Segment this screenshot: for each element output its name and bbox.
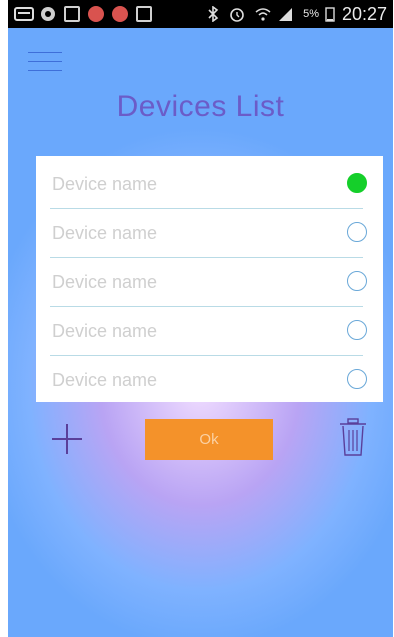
plus-icon[interactable]	[52, 424, 82, 454]
device-row[interactable]: Device name	[50, 160, 367, 209]
device-name: Device name	[52, 223, 158, 243]
notification-icon	[112, 6, 128, 22]
device-radio[interactable]	[347, 271, 367, 291]
device-row[interactable]: Device name	[50, 258, 367, 307]
device-name: Device name	[52, 370, 158, 390]
device-name: Device name	[52, 321, 158, 341]
device-name: Device name	[52, 174, 158, 194]
action-bar: Ok	[8, 418, 393, 464]
signal-icon	[277, 6, 293, 27]
ok-button[interactable]: Ok	[145, 419, 273, 460]
device-row[interactable]: Device name	[50, 209, 367, 258]
page-title: Devices List	[116, 90, 285, 123]
battery-icon	[325, 6, 335, 27]
alarm-icon	[229, 6, 245, 27]
device-radio[interactable]	[347, 222, 367, 242]
device-row[interactable]: Device name	[50, 356, 367, 405]
image-icon	[64, 6, 80, 22]
device-radio[interactable]	[347, 369, 367, 389]
wifi-icon	[255, 6, 271, 27]
bluetooth-icon	[207, 5, 219, 27]
status-bar: 5% 20:27	[8, 0, 393, 28]
usb-icon	[136, 6, 152, 22]
device-name: Device name	[52, 272, 158, 292]
battery-percent: 5%	[303, 8, 319, 20]
hamburger-menu-icon[interactable]	[28, 52, 62, 74]
shield-icon	[40, 6, 56, 22]
device-selected-radio[interactable]	[347, 173, 367, 193]
trash-icon[interactable]	[336, 418, 370, 458]
clock: 20:27	[341, 4, 387, 24]
device-radio[interactable]	[347, 320, 367, 340]
device-row[interactable]: Device name	[50, 307, 367, 356]
phone-screen: 5% 20:27 Devices List Device name Device…	[8, 0, 393, 637]
devices-screen: Devices List Device name Device name Dev…	[8, 28, 393, 637]
keyboard-icon	[14, 7, 34, 21]
notification-icon	[88, 6, 104, 22]
device-list: Device name Device name Device name Devi…	[36, 156, 383, 402]
